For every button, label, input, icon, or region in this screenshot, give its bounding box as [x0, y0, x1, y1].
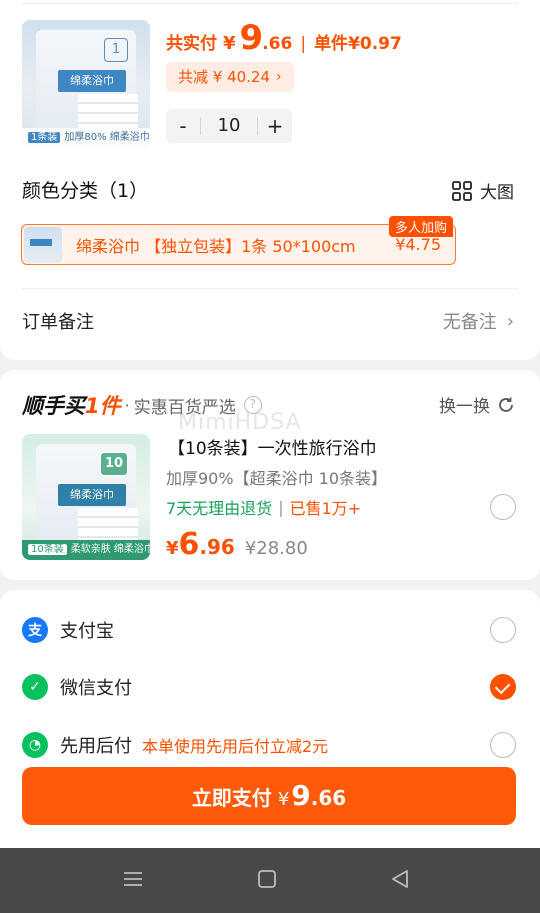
package-graphic: 绵柔浴巾 10 [36, 444, 138, 548]
payment-option-alipay[interactable]: 支 支付宝 [22, 617, 114, 643]
payment-label: 微信支付 [60, 678, 132, 699]
add-on-title[interactable]: 【10条装】一次性旅行浴巾 [168, 434, 377, 459]
pay-later-icon: ◔ [22, 732, 48, 758]
increase-quantity-button[interactable]: + [258, 109, 292, 143]
separator-dot: · [124, 395, 130, 415]
wechat-pay-icon: ✓ [22, 674, 48, 700]
quantity-value[interactable]: 10 [200, 117, 258, 135]
divider [22, 3, 518, 4]
payment-label: 支付宝 [60, 621, 114, 642]
home-icon[interactable] [257, 868, 277, 890]
package-graphic: 绵柔浴巾 1 [36, 30, 138, 134]
add-on-price-int: 6 [178, 527, 200, 562]
remark-value: 无备注 [442, 312, 497, 333]
add-on-subtitle-desc: 加厚90%【超柔浴巾 10条装】 [166, 469, 388, 488]
variant-text: 绵柔浴巾 【独立包装】1条 50*100cm [76, 236, 356, 256]
add-on-subtitle: 实惠百货严选 [133, 397, 236, 418]
wechat-pay-radio[interactable] [490, 674, 516, 700]
add-on-brand: 顺手买1件 [22, 390, 121, 420]
pay-now-price-dec: .66 [310, 786, 347, 810]
total-price-line: 共实付 ¥ 9 .66 | 单件 ¥0.97 [166, 18, 402, 58]
add-on-price: ¥ 6 .96 ¥28.80 [166, 527, 308, 562]
original-price: ¥28.80 [244, 538, 308, 559]
grid-icon [452, 180, 472, 201]
decrease-quantity-button[interactable]: - [166, 109, 200, 143]
variant-option-selected[interactable]: 绵柔浴巾 【独立包装】1条 50*100cm ¥4.75 多人加购 [21, 216, 456, 265]
payment-label: 先用后付 [60, 736, 132, 757]
total-price-dec: .66 [262, 34, 293, 54]
pay-later-promo: 本单使用先用后付立减2元 [142, 737, 329, 756]
package-count: 1 [104, 38, 128, 62]
product-thumbnail[interactable]: 绵柔浴巾 1 1条装 加厚80% 绵柔浴巾 [22, 20, 150, 148]
quantity-stepper[interactable]: - 10 + [166, 109, 292, 143]
discount-text: 共减 ¥ 40.24 [178, 68, 271, 86]
thumbnail-caption: 1条装 加厚80% 绵柔浴巾 [22, 128, 150, 148]
total-label: 共实付 [166, 34, 217, 54]
sold-count-tag: 已售1万+ [289, 499, 362, 518]
unit-label: 单件 [314, 34, 349, 54]
refresh-recommendation-button[interactable]: 换一换 [439, 392, 516, 417]
tag-separator: | [278, 497, 284, 517]
pay-now-label: 立即支付 [191, 786, 272, 810]
remark-label: 订单备注 [22, 312, 94, 333]
pay-now-price-int: 9 [291, 779, 311, 812]
payment-option-pay-later[interactable]: ◔ 先用后付 本单使用先用后付立减2元 [22, 732, 328, 758]
thumbnail-caption-text: 柔软亲肤 绵柔浴巾 [70, 544, 150, 555]
add-on-brand-prefix: 顺手买 [22, 394, 85, 418]
alipay-radio[interactable] [490, 617, 516, 643]
swap-label: 换一换 [439, 397, 490, 417]
thumbnail-tag: 1条装 [28, 132, 61, 143]
divider [22, 288, 518, 289]
total-price-int: 9 [239, 18, 264, 58]
currency-symbol: ¥ [277, 789, 290, 810]
large-view-label: 大图 [480, 183, 514, 203]
system-navigation-bar [0, 848, 540, 913]
chevron-right-icon: › [506, 310, 514, 332]
currency-symbol: ¥ [166, 538, 179, 559]
add-on-price-dec: .96 [199, 535, 235, 559]
package-label: 绵柔浴巾 [58, 484, 126, 506]
return-policy-tag: 7天无理由退货 [166, 499, 273, 518]
large-view-toggle[interactable]: 大图 [452, 178, 514, 203]
discount-details-button[interactable]: 共减 ¥ 40.24 › [166, 62, 294, 92]
chevron-right-icon: › [276, 69, 282, 85]
add-on-brand-emph: 1件 [85, 394, 121, 418]
back-icon[interactable] [389, 868, 411, 890]
help-icon[interactable]: ? [243, 396, 262, 414]
variant-section-title: 颜色分类（1） [22, 180, 149, 202]
variant-price: ¥4.75 [395, 235, 441, 254]
add-on-select-radio[interactable] [490, 494, 516, 520]
add-on-tags: 7天无理由退货 | 已售1万+ [166, 495, 361, 519]
thumbnail-caption: 10条装 柔软亲肤 绵柔浴巾 [22, 540, 150, 560]
package-count: 10 [100, 452, 128, 476]
refresh-icon [499, 397, 513, 412]
currency-symbol: ¥ [223, 33, 236, 54]
variant-thumbnail [24, 226, 62, 263]
alipay-icon: 支 [22, 617, 48, 643]
order-remark-row[interactable]: 订单备注 无备注 › [22, 306, 514, 336]
price-separator: | [300, 34, 307, 54]
menu-icon[interactable] [122, 868, 144, 890]
thumbnail-tag: 10条装 [28, 544, 67, 555]
pay-later-radio[interactable] [490, 732, 516, 758]
thumbnail-caption-text: 加厚80% 绵柔浴巾 [64, 132, 150, 143]
unit-price: ¥0.97 [348, 34, 402, 54]
add-on-thumbnail[interactable]: 绵柔浴巾 10 10条装 柔软亲肤 绵柔浴巾 [22, 434, 150, 560]
payment-option-wechat[interactable]: ✓ 微信支付 [22, 674, 132, 700]
popular-badge: 多人加购 [388, 216, 453, 237]
pay-now-button[interactable]: 立即支付 ¥ 9 .66 [22, 767, 516, 825]
package-label: 绵柔浴巾 [58, 70, 126, 92]
add-on-header: 顺手买1件 · 实惠百货严选 ? [22, 390, 262, 420]
